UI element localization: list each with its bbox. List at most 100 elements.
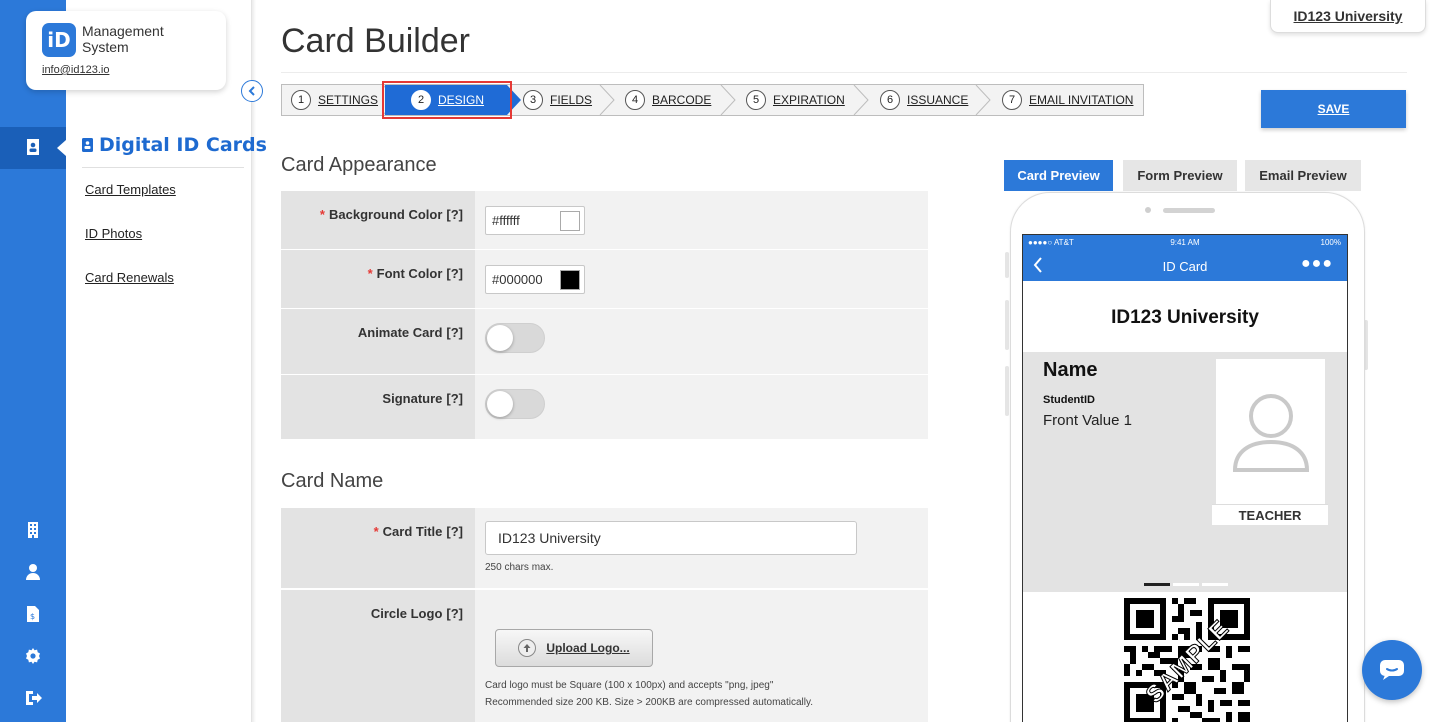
help-link[interactable]: [?] (446, 524, 463, 539)
card-field-value: Front Value 1 (1043, 412, 1132, 429)
font-color-input[interactable]: #000000 (485, 265, 585, 294)
brand-logo: iD (42, 23, 76, 57)
signature-toggle[interactable] (485, 389, 545, 419)
font-color-label: * Font Color [?] (281, 250, 475, 308)
step-issuance[interactable]: 6 ISSUANCE (880, 85, 968, 115)
phone-camera (1145, 207, 1151, 213)
svg-text:$: $ (30, 612, 35, 621)
font-color-row: * Font Color [?] #000000 (281, 250, 928, 309)
circle-logo-row: Circle Logo [?] Upload Logo... Card logo … (281, 590, 928, 722)
card-role-badge: TEACHER (1212, 504, 1328, 525)
upload-logo-button[interactable]: Upload Logo... (495, 629, 653, 667)
sidebar (66, 0, 252, 722)
circle-logo-hint-line2: Recommended size 200 KB. Size > 200KB ar… (485, 697, 814, 708)
active-step-highlight (382, 81, 512, 119)
help-link[interactable]: [?] (446, 325, 463, 340)
help-link[interactable]: [?] (446, 391, 463, 406)
card-appearance-heading: Card Appearance (281, 154, 437, 176)
background-color-swatch[interactable] (560, 211, 580, 231)
user-icon[interactable] (24, 563, 42, 581)
card-title-input[interactable] (485, 521, 857, 555)
card-title-row: *Card Title[?] 250 chars max. (281, 508, 928, 589)
step-number: 5 (746, 90, 766, 110)
step-separator (853, 85, 869, 115)
step-label: FIELDS (550, 93, 593, 107)
sidebar-item-card-templates[interactable]: Card Templates (85, 182, 176, 197)
brand-email-link[interactable]: info@id123.io (42, 64, 109, 76)
tab-email-preview[interactable]: Email Preview (1245, 160, 1361, 191)
tab-form-preview[interactable]: Form Preview (1123, 160, 1237, 191)
field-label-text: Card Title (382, 524, 443, 539)
sidebar-item-id-photos[interactable]: ID Photos (85, 226, 142, 241)
logout-icon[interactable] (24, 689, 42, 707)
upload-logo-label: Upload Logo... (546, 641, 630, 655)
card-title-label: * Card Title [?] (281, 508, 475, 588)
upload-icon (518, 639, 537, 657)
phone-status-bar: ●●●●○ AT&T 9:41 AM 100% (1023, 235, 1347, 251)
chat-widget-button[interactable] (1362, 640, 1422, 700)
card-organization-name: ID123 University (1111, 307, 1259, 328)
phone-nav-bar: ID Card ●●● (1023, 251, 1347, 281)
tab-card-preview[interactable]: Card Preview (1004, 160, 1113, 191)
font-color-value-cell: #000000 (475, 250, 928, 308)
id-card-icon[interactable] (24, 138, 42, 156)
background-color-label: * Background Color [?] (281, 191, 475, 249)
card-title-value-cell: 250 chars max. (475, 508, 928, 588)
card-photo-placeholder (1216, 359, 1325, 504)
field-label-text: Signature (382, 391, 443, 406)
toggle-knob (487, 391, 513, 417)
font-color-swatch[interactable] (560, 270, 580, 290)
animate-card-label: Animate Card [?] (281, 309, 475, 374)
required-marker: * (319, 207, 325, 222)
sidebar-shadow (252, 0, 256, 722)
sidebar-item-card-renewals[interactable]: Card Renewals (85, 270, 174, 285)
step-separator (599, 85, 615, 115)
id-badge-icon (82, 138, 93, 152)
chat-bubble-icon (1380, 660, 1404, 680)
phone-side-button (1005, 366, 1009, 416)
gear-icon[interactable] (24, 647, 42, 665)
help-link[interactable]: [?] (446, 606, 463, 621)
animate-card-toggle[interactable] (485, 323, 545, 353)
sidebar-title-text: Digital ID Cards (99, 134, 267, 156)
step-fields[interactable]: 3 FIELDS (523, 85, 592, 115)
step-barcode[interactable]: 4 BARCODE (625, 85, 711, 115)
step-label: ISSUANCE (907, 93, 969, 107)
step-settings[interactable]: 1 SETTINGS (291, 85, 378, 115)
step-label: SETTINGS (318, 93, 379, 107)
phone-side-button (1005, 252, 1009, 278)
organization-tab[interactable]: ID123 University (1270, 0, 1426, 33)
field-label-text: Animate Card (357, 325, 443, 340)
step-email-invitation[interactable]: 7 EMAIL INVITATION (1002, 85, 1133, 115)
step-expiration[interactable]: 5 EXPIRATION (746, 85, 845, 115)
help-link[interactable]: [?] (446, 266, 463, 281)
invoice-icon[interactable]: $ (24, 605, 42, 623)
card-page-indicator (1144, 583, 1228, 586)
animate-card-row: Animate Card [?] (281, 309, 928, 375)
brand-name-line2: System (82, 39, 129, 55)
building-icon[interactable] (24, 521, 42, 539)
step-number: 1 (291, 90, 311, 110)
background-color-row: * Background Color [?] #ffffff (281, 191, 928, 250)
help-link[interactable]: [?] (446, 207, 463, 222)
clock-text: 9:41 AM (1170, 238, 1200, 247)
card-field-label: StudentID (1043, 394, 1095, 406)
collapse-sidebar-button[interactable] (241, 80, 263, 102)
step-label: BARCODE (652, 93, 712, 107)
left-rail: $ (0, 0, 66, 722)
required-marker: * (367, 266, 373, 281)
required-marker: * (373, 524, 379, 539)
background-color-input[interactable]: #ffffff (485, 206, 585, 235)
save-button[interactable]: SAVE (1261, 90, 1406, 128)
card-title-hint: 250 chars max. (485, 562, 554, 573)
card-name-heading: Card Name (281, 470, 384, 492)
step-label: EXPIRATION (773, 93, 845, 107)
field-label-text: Circle Logo (370, 606, 443, 621)
phone-speaker (1163, 208, 1215, 213)
circle-logo-hint: Card logo must be Square (100 x 100px) a… (485, 677, 813, 711)
signature-label: Signature [?] (281, 375, 475, 439)
brand-name-line1: Management (82, 23, 164, 39)
signature-value-cell (475, 375, 928, 439)
step-separator (720, 85, 736, 115)
header-divider (281, 72, 1407, 73)
